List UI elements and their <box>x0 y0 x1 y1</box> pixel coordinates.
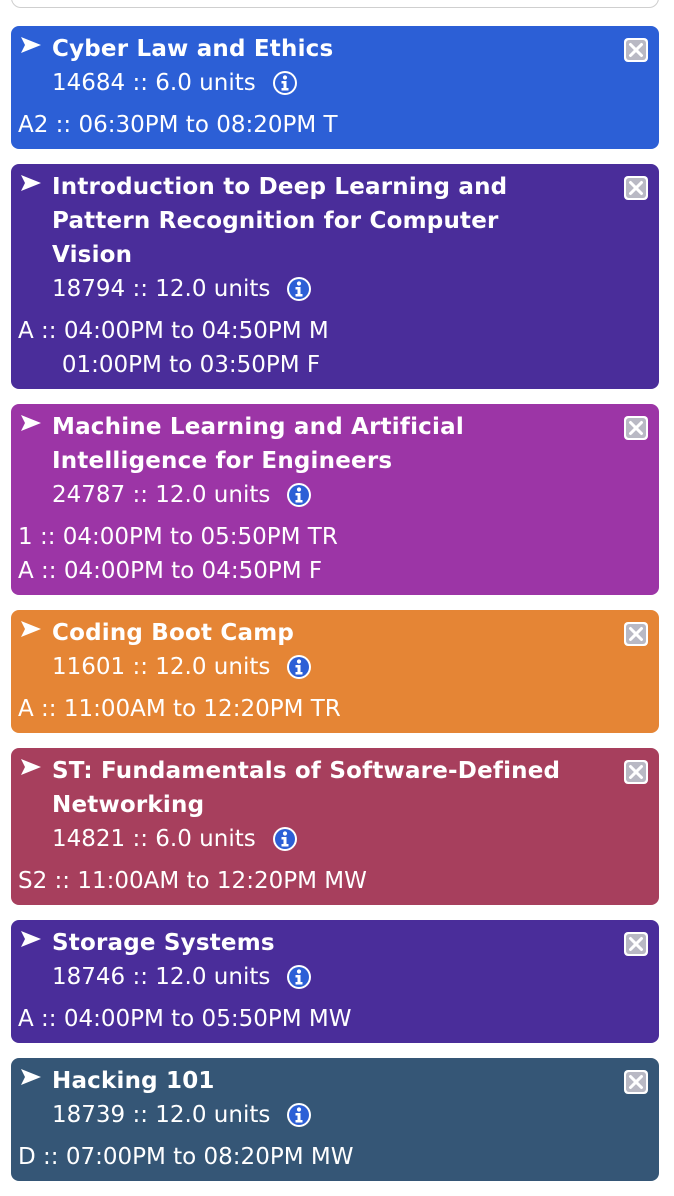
course-units: 18739 :: 12.0 units <box>52 1102 271 1128</box>
course-units-row: 18746 :: 12.0 units <box>52 960 659 994</box>
course-title: Coding Boot Camp <box>52 620 295 646</box>
info-icon[interactable] <box>286 964 312 990</box>
course-units-row: 24787 :: 12.0 units <box>52 478 659 512</box>
section-time: 01:00PM to 03:50PM F <box>18 352 321 378</box>
info-icon[interactable] <box>286 276 312 302</box>
course-units: 18794 :: 12.0 units <box>52 276 271 302</box>
course-units-row: 14684 :: 6.0 units <box>52 66 659 100</box>
course-units: 18746 :: 12.0 units <box>52 964 271 990</box>
course-units-row: 18739 :: 12.0 units <box>52 1098 659 1132</box>
course-sections: D :: 07:00PM to 08:20PM MW <box>11 1140 659 1174</box>
course-sections: A :: 04:00PM to 04:50PM M 01:00PM to 03:… <box>11 314 659 382</box>
expand-triangle-icon[interactable] <box>21 759 41 775</box>
info-icon[interactable] <box>272 826 298 852</box>
close-icon[interactable] <box>623 415 649 441</box>
info-icon[interactable] <box>286 1102 312 1128</box>
course-card-1: Cyber Law and Ethics 14684 :: 6.0 units … <box>11 26 659 149</box>
info-icon[interactable] <box>286 654 312 680</box>
section-time: 1 :: 04:00PM to 05:50PM TR <box>18 524 338 550</box>
course-units-row: 18794 :: 12.0 units <box>52 272 659 306</box>
close-icon[interactable] <box>623 1069 649 1095</box>
course-title: Introduction to Deep Learning and Patter… <box>52 174 508 268</box>
section-time: D :: 07:00PM to 08:20PM MW <box>18 1144 354 1170</box>
course-title: Hacking 101 <box>52 1068 215 1094</box>
section-time: A :: 04:00PM to 04:50PM F <box>18 558 323 584</box>
course-units-row: 11601 :: 12.0 units <box>52 650 659 684</box>
course-title: Machine Learning and Artificial Intellig… <box>52 414 464 474</box>
info-icon[interactable] <box>272 70 298 96</box>
course-sections: S2 :: 11:00AM to 12:20PM MW <box>11 864 659 898</box>
expand-triangle-icon[interactable] <box>21 175 41 191</box>
course-card-2: Introduction to Deep Learning and Patter… <box>11 164 659 389</box>
course-units-row: 14821 :: 6.0 units <box>52 822 659 856</box>
info-icon[interactable] <box>286 482 312 508</box>
course-card-5: ST: Fundamentals of Software-Defined Net… <box>11 748 659 905</box>
course-sections: A :: 11:00AM to 12:20PM TR <box>11 692 659 726</box>
expand-triangle-icon[interactable] <box>21 931 41 947</box>
course-units: 24787 :: 12.0 units <box>52 482 271 508</box>
course-title: ST: Fundamentals of Software-Defined Net… <box>52 758 561 818</box>
course-card-7: Hacking 101 18739 :: 12.0 units D :: 07:… <box>11 1058 659 1181</box>
course-card-4: Coding Boot Camp 11601 :: 12.0 units A :… <box>11 610 659 733</box>
course-sections: A :: 04:00PM to 05:50PM MW <box>11 1002 659 1036</box>
course-title: Cyber Law and Ethics <box>52 36 334 62</box>
course-card-6: Storage Systems 18746 :: 12.0 units A ::… <box>11 920 659 1043</box>
course-title: Storage Systems <box>52 930 275 956</box>
close-icon[interactable] <box>623 37 649 63</box>
close-icon[interactable] <box>623 931 649 957</box>
course-sections: A2 :: 06:30PM to 08:20PM T <box>11 108 659 142</box>
section-time: A :: 04:00PM to 04:50PM M <box>18 318 329 344</box>
course-card-3: Machine Learning and Artificial Intellig… <box>11 404 659 595</box>
expand-triangle-icon[interactable] <box>21 621 41 637</box>
close-icon[interactable] <box>623 759 649 785</box>
course-list: Cyber Law and Ethics 14684 :: 6.0 units … <box>11 26 659 1196</box>
course-units: 14684 :: 6.0 units <box>52 70 256 96</box>
search-field[interactable] <box>11 0 659 8</box>
close-icon[interactable] <box>623 175 649 201</box>
course-units: 14821 :: 6.0 units <box>52 826 256 852</box>
expand-triangle-icon[interactable] <box>21 37 41 53</box>
section-time: A :: 11:00AM to 12:20PM TR <box>18 696 341 722</box>
course-units: 11601 :: 12.0 units <box>52 654 271 680</box>
section-time: A2 :: 06:30PM to 08:20PM T <box>18 112 338 138</box>
expand-triangle-icon[interactable] <box>21 415 41 431</box>
section-time: S2 :: 11:00AM to 12:20PM MW <box>18 868 367 894</box>
expand-triangle-icon[interactable] <box>21 1069 41 1085</box>
section-time: A :: 04:00PM to 05:50PM MW <box>18 1006 352 1032</box>
course-sections: 1 :: 04:00PM to 05:50PM TRA :: 04:00PM t… <box>11 520 659 588</box>
close-icon[interactable] <box>623 621 649 647</box>
